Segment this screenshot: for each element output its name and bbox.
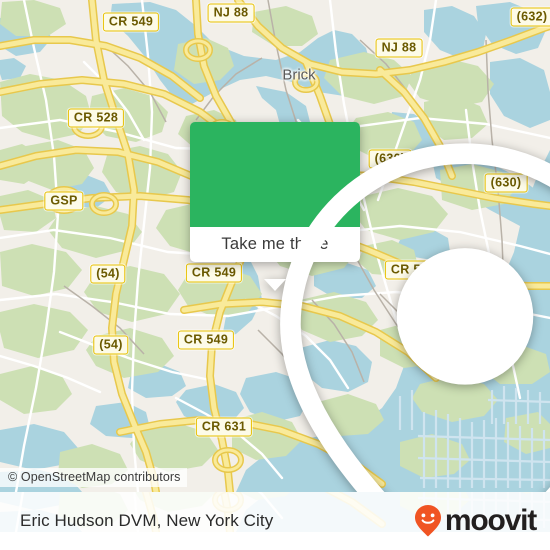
road-shield: GSP	[44, 191, 84, 211]
map-pin-icon	[280, 143, 550, 492]
road-shield: (54)	[93, 335, 129, 355]
callout-tail	[264, 279, 286, 291]
road-shield: (54)	[90, 264, 126, 284]
road-shield-label: (54)	[96, 266, 120, 281]
road-shield-label: CR 528	[73, 110, 119, 125]
road-shield: CR 549	[102, 12, 160, 32]
road-shield-label: NJ 88	[381, 40, 417, 55]
moovit-logo[interactable]: moovit	[413, 504, 537, 538]
road-shield: CR 528	[67, 108, 125, 128]
road-shield-label: (632)	[516, 9, 548, 24]
moovit-smiley-pin-icon	[414, 505, 441, 537]
road-shield: NJ 88	[207, 3, 255, 23]
road-shield-label: GSP	[50, 193, 78, 208]
place-label: Brick	[282, 67, 315, 84]
road-shield: NJ 88	[375, 38, 423, 58]
place-label-text: Brick	[282, 66, 316, 84]
place-title: Eric Hudson DVM, New York City	[20, 511, 274, 530]
road-shield: (632)	[510, 7, 550, 27]
location-callout-card[interactable]: Take me there	[190, 122, 550, 492]
road-shield-label: (54)	[99, 337, 123, 352]
bottom-info-bar: Eric Hudson DVM, New York City moovit	[0, 492, 550, 550]
moovit-wordmark: moovit	[444, 504, 537, 537]
callout-header	[190, 122, 550, 492]
map-screenshot: CR 549 NJ 88 (632) NJ 88 CR 528 (630) (630) GSP…	[0, 0, 550, 550]
map-canvas[interactable]: CR 549 NJ 88 (632) NJ 88 CR 528 (630) (630) GSP…	[0, 0, 550, 492]
road-shield-label: CR 549	[108, 14, 154, 29]
road-shield-label: NJ 88	[213, 5, 249, 20]
osm-attribution[interactable]: © OpenStreetMap contributors	[0, 468, 187, 487]
